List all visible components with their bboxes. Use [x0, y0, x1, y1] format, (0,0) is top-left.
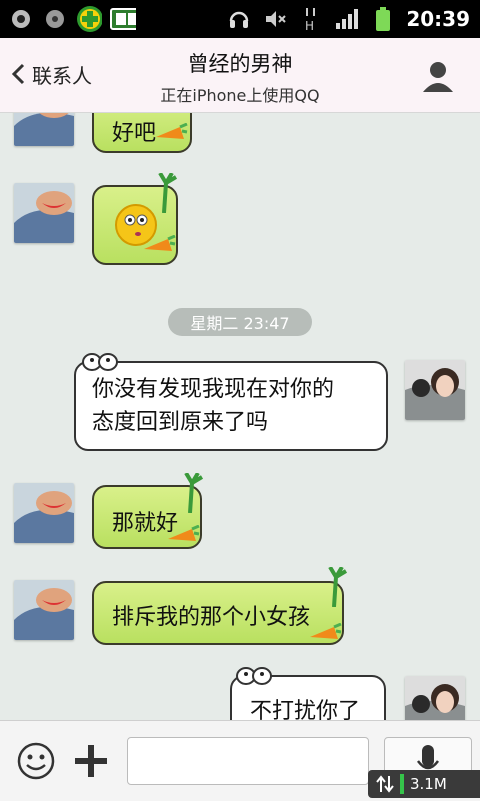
- eyes-decoration-icon: [82, 353, 118, 371]
- clock: 20:39: [406, 7, 470, 31]
- disc-icon: [42, 6, 68, 32]
- eyes-decoration-icon: [236, 667, 272, 685]
- message-bubble-incoming[interactable]: [92, 173, 178, 265]
- person-icon: [423, 62, 453, 92]
- svg-text:H: H: [305, 19, 314, 32]
- traffic-label: 3.1M: [410, 775, 447, 793]
- battery-app-icon: [110, 6, 136, 32]
- traffic-monitor: 3.1M: [368, 770, 480, 798]
- security-app-icon: [76, 6, 102, 32]
- message-bubble-outgoing[interactable]: 不打扰你了: [230, 667, 386, 720]
- chevron-left-icon: [11, 63, 25, 85]
- network-type-icon: H: [298, 6, 324, 32]
- carrot-icon: [156, 123, 188, 139]
- message-text: 好吧: [112, 121, 157, 146]
- contact-avatar[interactable]: [14, 183, 74, 243]
- back-label: 联系人: [32, 63, 92, 88]
- contact-avatar[interactable]: [14, 483, 74, 543]
- message-bubble-incoming[interactable]: 排斥我的那个小女孩: [92, 567, 348, 645]
- contact-avatar[interactable]: [14, 580, 74, 640]
- contact-avatar[interactable]: [14, 113, 74, 146]
- message-text-line: 态度回到原来了吗: [92, 410, 269, 435]
- carrot-icon: [144, 235, 176, 251]
- chat-area[interactable]: 好吧 星期二 23:47 你没有发现我现在对你的 态度回到原来了吗 那就好 排斥…: [0, 113, 480, 720]
- battery-icon: [370, 6, 396, 32]
- message-text: 不打扰你了: [250, 699, 361, 720]
- leek-icon: [328, 567, 348, 607]
- message-input[interactable]: [127, 737, 369, 785]
- my-avatar[interactable]: [405, 676, 465, 720]
- message-text-line: 你没有发现我现在对你的: [92, 377, 335, 402]
- timestamp-pill: 星期二 23:47: [168, 308, 312, 336]
- headset-icon: [226, 6, 252, 32]
- record-icon: [8, 6, 34, 32]
- smiley-icon: [17, 742, 55, 780]
- my-avatar[interactable]: [405, 360, 465, 420]
- message-text: 排斥我的那个小女孩: [112, 605, 311, 630]
- leek-icon: [184, 473, 204, 513]
- message-bubble-incoming[interactable]: 好吧: [92, 113, 192, 153]
- status-bar: H 20:39: [0, 0, 480, 38]
- chat-header: 联系人 曾经的男神 正在iPhone上使用QQ: [0, 38, 480, 113]
- traffic-bar: [400, 774, 404, 794]
- emoji-button[interactable]: [16, 741, 56, 781]
- attach-button[interactable]: [72, 741, 110, 781]
- signal-icon: [334, 6, 360, 32]
- mute-icon: [262, 6, 288, 32]
- message-bubble-incoming[interactable]: 那就好: [92, 473, 204, 549]
- back-button[interactable]: 联系人: [10, 50, 110, 98]
- leek-icon: [158, 173, 178, 213]
- carrot-icon: [310, 623, 342, 639]
- plus-icon: [75, 745, 107, 777]
- transfer-arrows-icon: [376, 775, 394, 793]
- message-bubble-outgoing[interactable]: 你没有发现我现在对你的 态度回到原来了吗: [74, 353, 388, 451]
- profile-button[interactable]: [418, 56, 458, 96]
- carrot-icon: [168, 525, 200, 541]
